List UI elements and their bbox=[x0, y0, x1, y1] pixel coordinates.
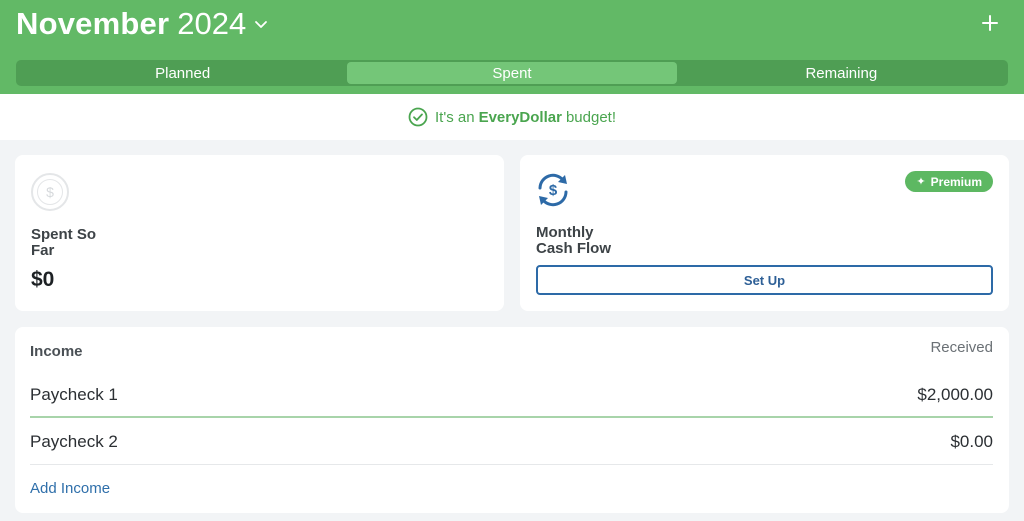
banner-prefix: It's an bbox=[435, 108, 475, 126]
tab-planned[interactable]: Planned bbox=[18, 62, 347, 84]
income-heading: Income bbox=[30, 343, 83, 360]
year-label: 2024 bbox=[177, 6, 247, 41]
dollar-coin-icon: $ bbox=[31, 173, 69, 211]
received-column-header[interactable]: Received bbox=[930, 339, 993, 356]
month-selector[interactable]: November 2024 bbox=[16, 4, 268, 44]
add-income-link[interactable]: Add Income bbox=[30, 480, 110, 497]
add-icon[interactable] bbox=[978, 11, 1002, 35]
cash-flow-cycle-icon: $ bbox=[538, 173, 568, 207]
income-row-amount: $2,000.00 bbox=[917, 384, 993, 404]
banner-suffix: budget! bbox=[565, 108, 616, 126]
premium-label: Premium bbox=[930, 174, 982, 189]
spent-label: Spent So Far bbox=[31, 226, 97, 259]
banner-brand: EveryDollar bbox=[478, 108, 562, 126]
set-up-button[interactable]: Set Up bbox=[536, 265, 993, 295]
chevron-down-icon bbox=[255, 21, 268, 28]
budget-view-tabs: Planned Spent Remaining bbox=[16, 60, 1008, 86]
income-row-name: Paycheck 2 bbox=[30, 432, 118, 451]
check-circle-icon bbox=[408, 107, 428, 127]
premium-badge: ✦ Premium bbox=[905, 171, 993, 192]
income-row-name: Paycheck 1 bbox=[30, 384, 118, 404]
income-row[interactable]: Paycheck 1 $2,000.00 bbox=[30, 373, 993, 418]
spent-so-far-card[interactable]: $ Spent So Far $0 bbox=[15, 155, 504, 311]
spent-amount: $0 bbox=[31, 268, 55, 291]
tab-spent[interactable]: Spent bbox=[347, 62, 677, 84]
month-label: November bbox=[16, 6, 170, 41]
cash-flow-label: Monthly Cash Flow bbox=[536, 224, 612, 257]
monthly-cash-flow-card: $ ✦ Premium Monthly Cash Flow Set Up bbox=[520, 155, 1009, 311]
income-row-amount: $0.00 bbox=[950, 432, 993, 451]
tab-remaining[interactable]: Remaining bbox=[677, 62, 1006, 84]
svg-text:$: $ bbox=[549, 182, 558, 199]
income-row[interactable]: Paycheck 2 $0.00 bbox=[30, 420, 993, 465]
income-card: Income Received Paycheck 1 $2,000.00 Pay… bbox=[15, 327, 1009, 513]
app-header: November 2024 Planned Spent Remaining bbox=[0, 0, 1024, 94]
dollar-glyph: $ bbox=[37, 179, 63, 205]
sparkle-icon: ✦ bbox=[916, 176, 926, 188]
budget-status-banner: It's an EveryDollar budget! bbox=[0, 94, 1024, 140]
